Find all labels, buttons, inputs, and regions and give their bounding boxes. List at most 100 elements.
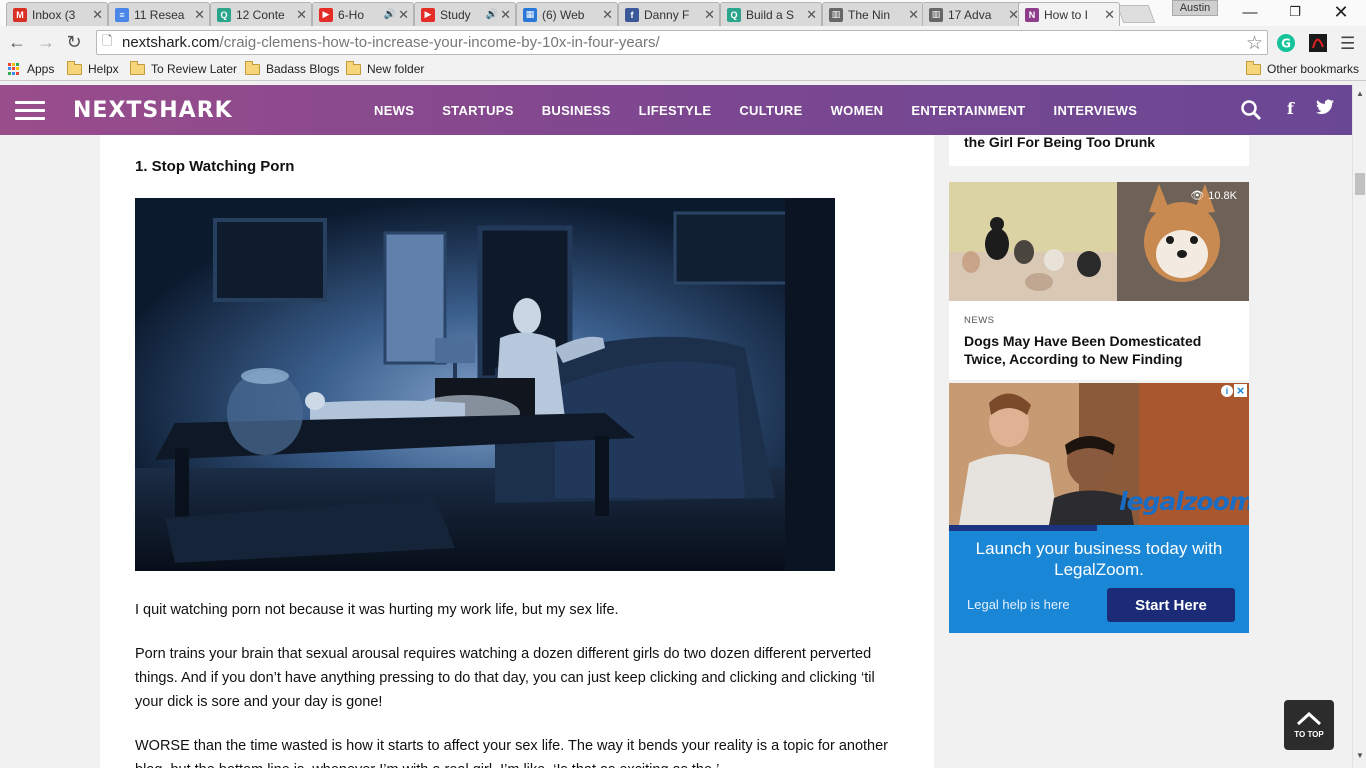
forward-button[interactable]: → [34, 31, 58, 53]
back-button[interactable]: ← [5, 31, 29, 53]
url-path: /craig-clemens-how-to-increase-your-inco… [219, 34, 660, 51]
tab-favicon-icon: ▶ [319, 7, 333, 22]
browser-tab[interactable]: ▦ (6) Web ✕ [516, 2, 618, 26]
page-scrollbar[interactable]: ▲ ▼ [1352, 85, 1366, 768]
browser-tab[interactable]: Q Build a S ✕ [720, 2, 822, 26]
tab-close-icon[interactable]: ✕ [908, 7, 919, 23]
tab-title: Inbox (3 [32, 7, 76, 22]
browser-tab[interactable]: ≡ 11 Resea ✕ [108, 2, 210, 26]
tab-title: 11 Resea [134, 7, 185, 22]
sidebar-story-prev[interactable]: the Girl For Being Too Drunk [949, 134, 1249, 166]
tab-close-icon[interactable]: ✕ [296, 7, 307, 23]
bookmark-item[interactable]: Apps [8, 62, 54, 76]
article-paragraph: Porn trains your brain that sexual arous… [135, 646, 875, 710]
profile-button[interactable]: Austin [1172, 0, 1218, 16]
tab-favicon-icon: f [625, 7, 639, 22]
tab-strip: M Inbox (3 ✕ ≡ 11 Resea ✕ Q 12 Conte ✕ ▶ 6-Ho 🔊 ✕ ▶ St… [0, 0, 1366, 26]
tab-audio-icon[interactable]: 🔊 [486, 9, 498, 20]
article-body: 1. Stop Watching Porn I quit watching po… [100, 135, 934, 768]
bookmark-star-icon[interactable]: ☆ [1246, 32, 1263, 55]
site-header: NEXTSHARK NEWS STARTUPS BUSINESS LIFESTYLE C… [0, 85, 1352, 135]
nav-item-startups[interactable]: STARTUPS [442, 103, 514, 118]
scroll-down-icon[interactable]: ▼ [1356, 751, 1364, 760]
tab-favicon-icon: M [13, 7, 27, 22]
twitter-icon[interactable] [1316, 99, 1334, 120]
url-host: nextshark.com [122, 34, 220, 51]
ad-subtext: Legal help is here [967, 597, 1070, 612]
bookmark-item[interactable]: Helpx [66, 60, 119, 76]
nav-item-culture[interactable]: CULTURE [739, 103, 802, 118]
bookmarks-bar: Apps Helpx To Review Later Badass Blogs New … [0, 59, 1366, 81]
tab-title: How to I [1044, 7, 1089, 22]
bookmark-label: New folder [367, 62, 425, 76]
close-ad-icon[interactable]: × [1234, 384, 1247, 397]
tab-audio-icon[interactable]: 🔊 [384, 9, 396, 20]
ad-cta-button[interactable]: Start Here [1107, 588, 1235, 622]
menu-icon[interactable]: ☰ [1340, 34, 1360, 54]
legalzoom-ad[interactable]: legalzoom i × Launch your business today… [949, 383, 1249, 633]
ad-image: legalzoom i × [949, 383, 1249, 525]
browser-tab[interactable]: N How to I ✕ [1018, 2, 1120, 26]
tab-close-icon[interactable]: ✕ [194, 7, 205, 23]
to-top-button[interactable]: TO TOP [1284, 700, 1334, 750]
scroll-thumb[interactable] [1355, 173, 1365, 195]
tab-close-icon[interactable]: ✕ [806, 7, 817, 23]
browser-tab[interactable]: f Danny F ✕ [618, 2, 720, 26]
nav-item-interviews[interactable]: INTERVIEWS [1054, 103, 1138, 118]
facebook-icon[interactable]: f [1287, 99, 1294, 118]
browser-tab[interactable]: ▥ 17 Adva ✕ [922, 2, 1024, 26]
grammarly-icon[interactable]: G [1276, 33, 1296, 53]
tab-favicon-icon: ▶ [421, 7, 435, 22]
adobe-pdf-icon[interactable] [1308, 33, 1328, 53]
new-tab-button[interactable] [1116, 5, 1156, 23]
story-title: the Girl For Being Too Drunk [964, 134, 1156, 150]
sidebar-story[interactable]: 👁 10.8K NEWS Dogs May Have Been Domestica… [949, 182, 1249, 380]
adchoices-icon[interactable]: i [1221, 385, 1233, 397]
search-icon[interactable] [1240, 99, 1262, 126]
site-logo[interactable]: NEXTSHARK [73, 98, 233, 123]
browser-tab[interactable]: ▶ 6-Ho 🔊 ✕ [312, 2, 414, 26]
browser-tab[interactable]: ▶ Study 🔊 ✕ [414, 2, 516, 26]
tab-close-icon[interactable]: ✕ [398, 7, 409, 23]
minimize-icon[interactable]: — [1235, 2, 1265, 22]
nav-item-women[interactable]: WOMEN [831, 103, 884, 118]
ad-brand: legalzoom [1119, 487, 1249, 516]
tab-title: 12 Conte [236, 7, 285, 22]
tab-close-icon[interactable]: ✕ [500, 7, 511, 23]
nav-item-entertainment[interactable]: ENTERTAINMENT [911, 103, 1025, 118]
tab-title: Build a S [746, 7, 795, 22]
tab-favicon-icon: ▥ [829, 7, 843, 22]
reload-button[interactable]: ↻ [62, 31, 86, 53]
bookmark-item[interactable]: New folder [345, 60, 425, 76]
address-bar[interactable]: 🗋 nextshark.com/craig-clemens-how-to-inc… [96, 30, 1268, 55]
section-heading: 1. Stop Watching Porn [135, 158, 295, 175]
bookmark-label: Apps [27, 62, 55, 76]
tab-close-icon[interactable]: ✕ [602, 7, 613, 23]
ad-progress-bar [949, 525, 1097, 531]
nav-item-news[interactable]: NEWS [374, 103, 414, 118]
other-bookmarks[interactable]: Other bookmarks [1245, 60, 1359, 76]
tab-title: The Nin [848, 7, 891, 22]
hamburger-menu-icon[interactable] [15, 101, 45, 120]
article-paragraph: I quit watching porn not because it was … [135, 602, 619, 618]
close-window-icon[interactable]: ✕ [1326, 2, 1356, 22]
browser-tab[interactable]: M Inbox (3 ✕ [6, 2, 108, 26]
nav-item-business[interactable]: BUSINESS [542, 103, 611, 118]
browser-tab[interactable]: ▥ The Nin ✕ [822, 2, 924, 26]
tab-close-icon[interactable]: ✕ [92, 7, 103, 23]
bookmark-item[interactable]: To Review Later [129, 60, 237, 76]
main-nav: NEWS STARTUPS BUSINESS LIFESTYLE CULTURE WOME… [360, 85, 1151, 135]
tab-title: (6) Web [542, 7, 585, 22]
nav-item-lifestyle[interactable]: LIFESTYLE [639, 103, 712, 118]
story-title[interactable]: Dogs May Have Been Domesticated Twice, A… [964, 332, 1239, 368]
bookmark-item[interactable]: Badass Blogs [244, 60, 339, 76]
tab-favicon-icon: N [1025, 7, 1039, 22]
scroll-up-icon[interactable]: ▲ [1356, 89, 1364, 98]
apps-grid-icon [8, 62, 21, 76]
tab-close-icon[interactable]: ✕ [1104, 7, 1115, 23]
tab-title: Study [440, 7, 471, 22]
restore-icon[interactable]: ❐ [1280, 2, 1310, 22]
story-thumbnail: 👁 10.8K [949, 182, 1249, 301]
tab-close-icon[interactable]: ✕ [704, 7, 715, 23]
browser-tab[interactable]: Q 12 Conte ✕ [210, 2, 312, 26]
